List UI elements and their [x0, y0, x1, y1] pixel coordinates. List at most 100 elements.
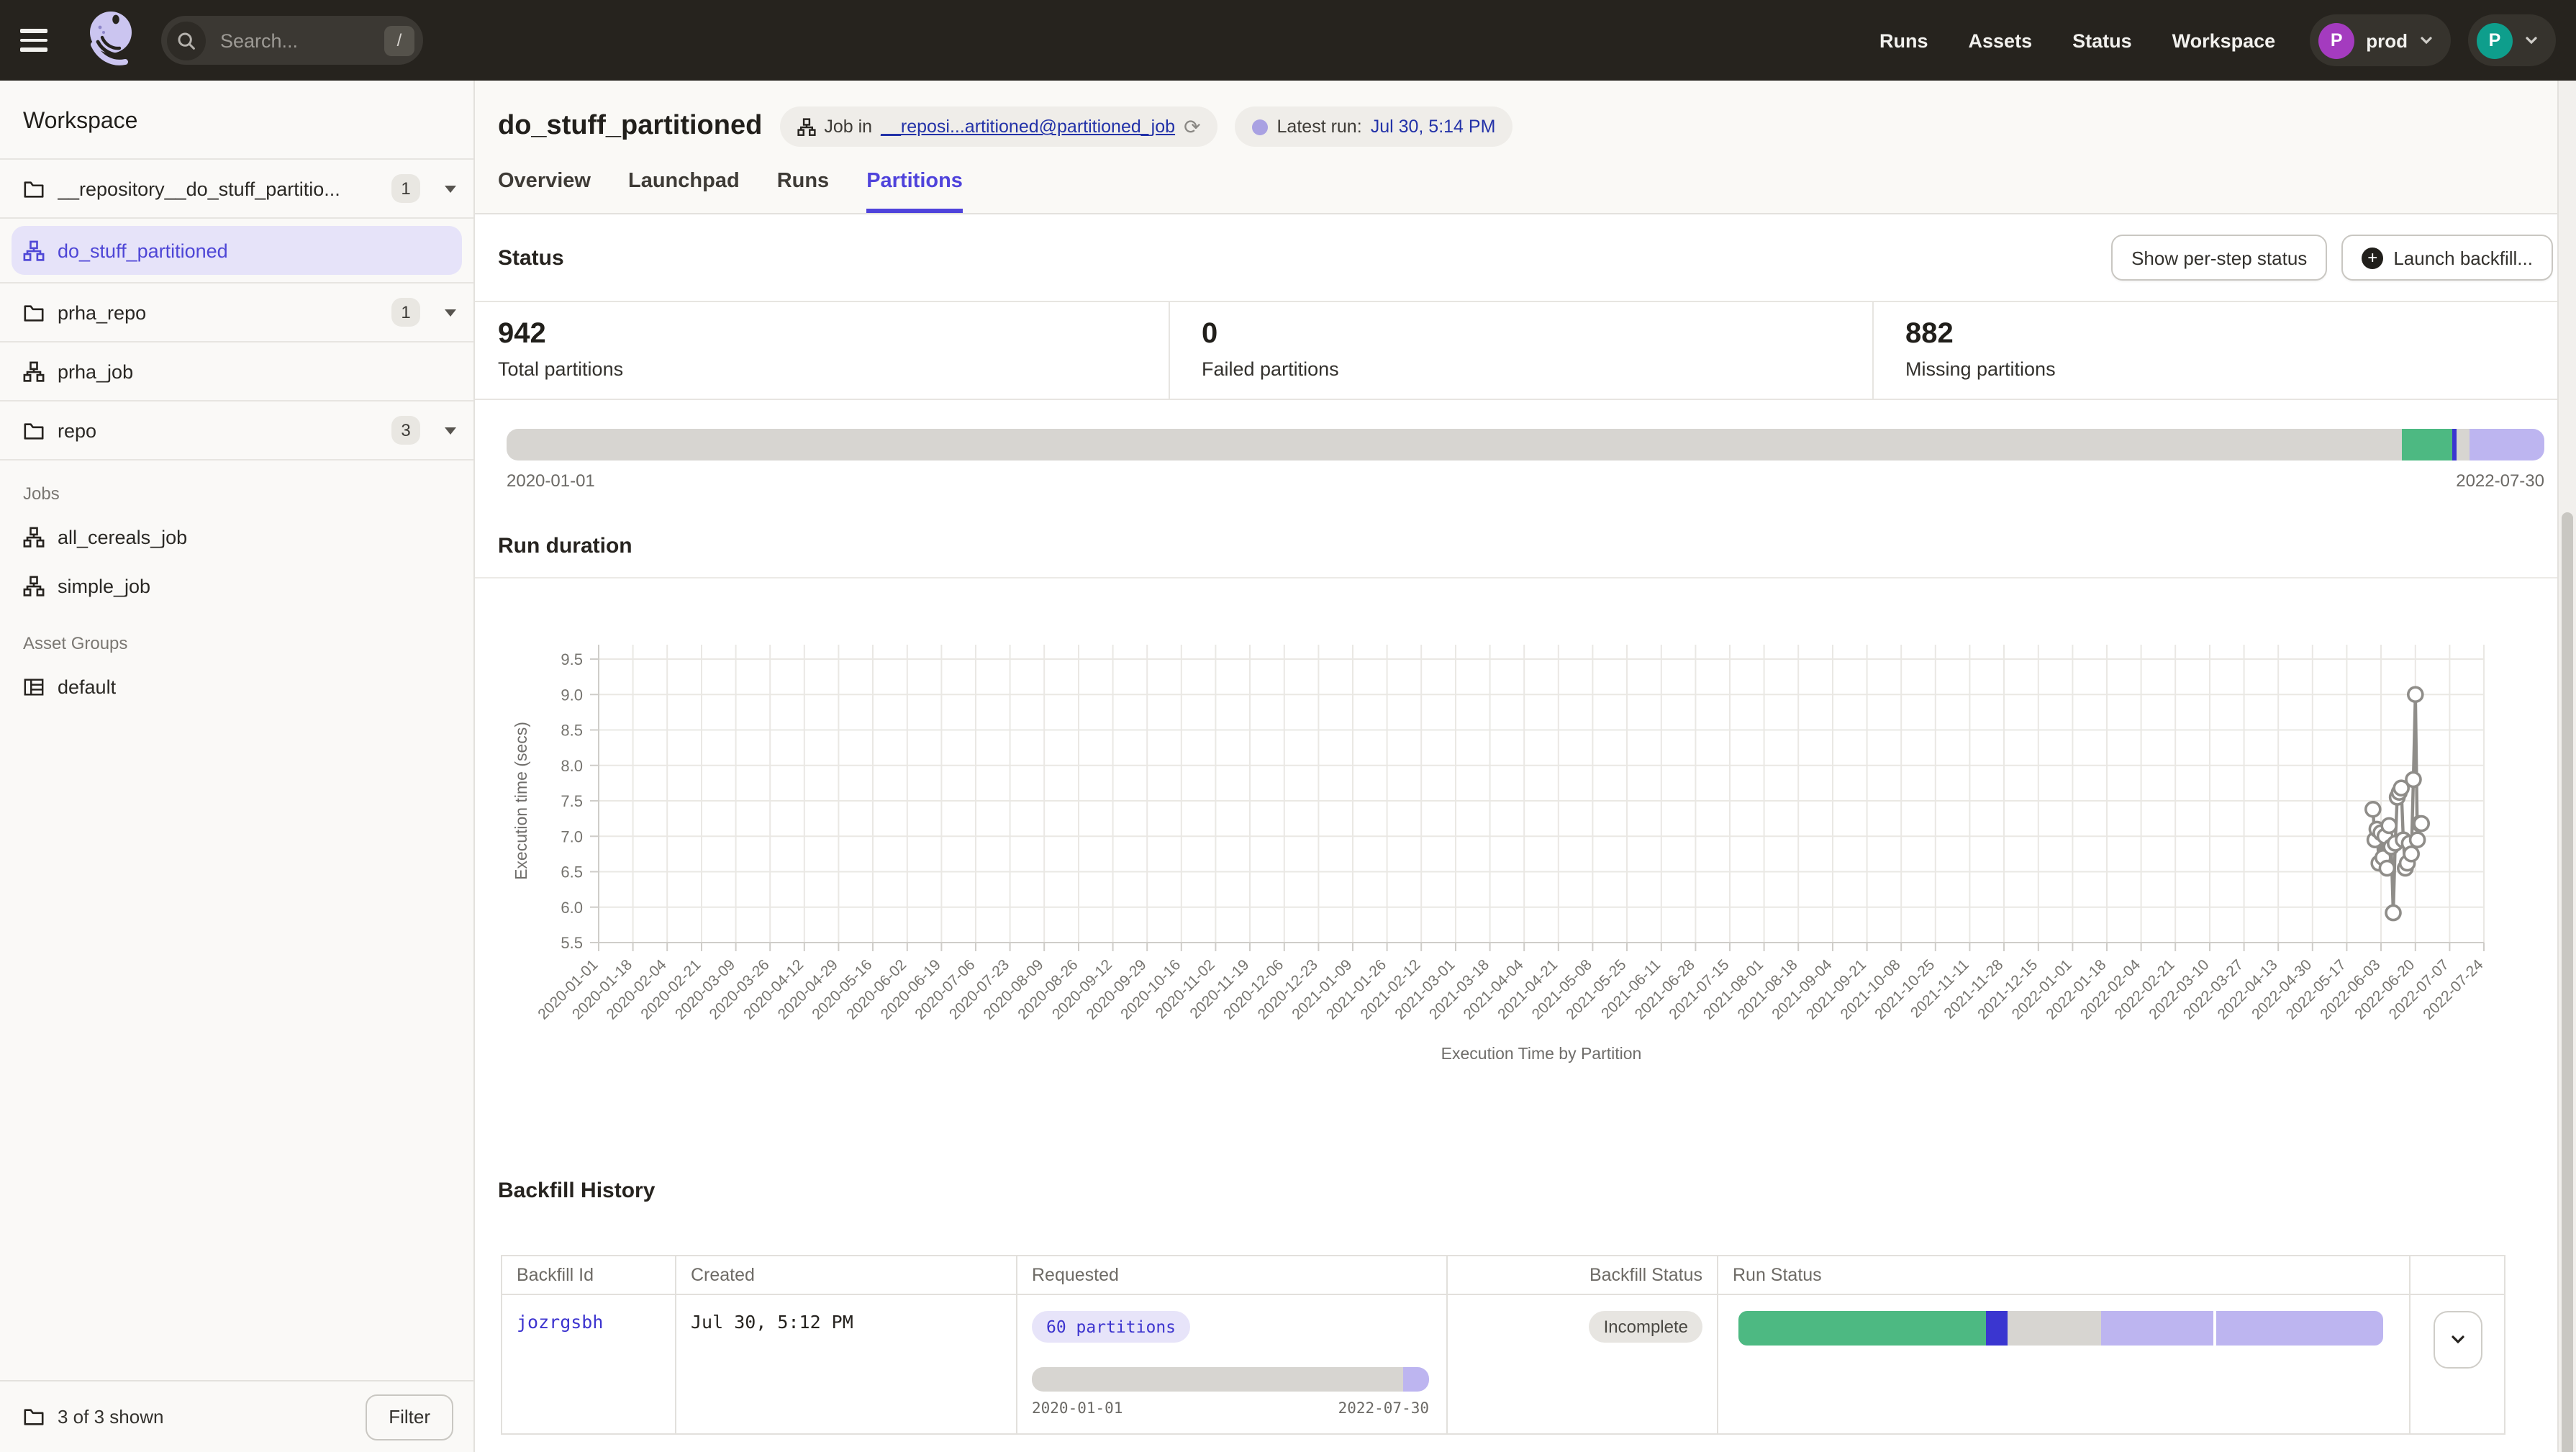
svg-text:7.5: 7.5	[561, 792, 583, 810]
backfill-status-badge: Incomplete	[1589, 1311, 1702, 1343]
svg-text:6.0: 6.0	[561, 899, 583, 917]
launch-backfill-button[interactable]: + Launch backfill...	[2341, 235, 2553, 281]
backfill-history-heading: Backfill History	[498, 1179, 2553, 1203]
sidebar-item-repo[interactable]: repo 3	[0, 401, 473, 459]
folder-icon	[23, 178, 45, 199]
job-icon	[797, 117, 815, 136]
job-repo-badge: Job in __reposi...artitioned@partitioned…	[779, 106, 1217, 147]
workspace-sidebar: Workspace __repository__do_stuff_partiti…	[0, 81, 475, 1452]
folder-icon	[23, 419, 45, 441]
asset-group-icon	[23, 676, 45, 697]
jobs-section-label: Jobs	[0, 460, 473, 512]
folder-icon	[23, 301, 45, 323]
backfill-history-table: Backfill Id Created Requested Backfill S…	[501, 1255, 2505, 1435]
col-backfill-status: Backfill Status	[1447, 1256, 1718, 1294]
requested-range-bar	[1032, 1367, 1429, 1392]
execution-time-chart[interactable]: 9.59.08.58.07.57.06.56.05.52020-01-01202…	[475, 590, 2556, 1068]
scrollbar-thumb[interactable]	[2562, 512, 2573, 1452]
svg-text:6.5: 6.5	[561, 863, 583, 881]
table-header-row: Backfill Id Created Requested Backfill S…	[502, 1256, 2505, 1294]
search-shortcut-key: /	[384, 25, 414, 55]
repo-count-badge: 1	[391, 298, 420, 327]
caret-down-icon[interactable]	[445, 309, 456, 316]
search-input[interactable]	[217, 28, 384, 53]
vertical-scrollbar[interactable]	[2557, 81, 2576, 1452]
chevron-down-icon	[2449, 1331, 2466, 1348]
nav-runs[interactable]: Runs	[1879, 30, 1928, 51]
partition-range-end: 2022-07-30	[2456, 471, 2544, 491]
stat-missing-partitions: 882 Missing partitions	[1872, 302, 2576, 399]
svg-text:8.5: 8.5	[561, 722, 583, 740]
partition-status-bar[interactable]	[507, 429, 2544, 460]
sidebar-item-all-cereals-job[interactable]: all_cereals_job	[0, 512, 473, 561]
top-nav-bar: / Runs Assets Status Workspace P prod P	[0, 0, 2576, 81]
backfill-id-link[interactable]: jozrgsbh	[517, 1311, 603, 1333]
partition-stats: 942 Total partitions 0 Failed partitions…	[475, 301, 2576, 400]
repos-shown-count: 3 of 3 shown	[58, 1406, 353, 1428]
status-section-header: Status Show per-step status + Launch bac…	[475, 214, 2576, 301]
nav-assets[interactable]: Assets	[1969, 30, 2033, 51]
job-icon	[23, 575, 45, 596]
col-expand	[2410, 1256, 2505, 1294]
col-requested: Requested	[1017, 1256, 1447, 1294]
dagster-logo-icon[interactable]	[81, 7, 141, 73]
requested-partitions-pill[interactable]: 60 partitions	[1032, 1311, 1190, 1343]
user-menu[interactable]: P	[2468, 14, 2556, 66]
top-nav-links: Runs Assets Status Workspace	[1879, 30, 2275, 51]
folder-icon	[23, 1406, 45, 1428]
tab-partitions[interactable]: Partitions	[866, 170, 963, 213]
run-status-bar[interactable]	[1738, 1311, 2383, 1346]
chevron-down-icon	[2419, 33, 2434, 47]
deployment-switcher[interactable]: P prod	[2310, 14, 2451, 66]
caret-down-icon[interactable]	[445, 185, 456, 192]
nav-workspace[interactable]: Workspace	[2172, 30, 2276, 51]
expand-row-button[interactable]	[2433, 1311, 2482, 1369]
search-icon	[167, 21, 206, 60]
sidebar-item-prha-job[interactable]: prha_job	[0, 342, 473, 400]
tab-runs[interactable]: Runs	[777, 170, 830, 213]
tab-launchpad[interactable]: Launchpad	[628, 170, 740, 213]
reload-icon[interactable]: ⟳	[1184, 117, 1200, 137]
sidebar-title: Workspace	[0, 81, 473, 158]
global-search[interactable]: /	[161, 16, 423, 65]
stat-failed-partitions: 0 Failed partitions	[1169, 302, 1872, 399]
job-icon	[23, 360, 45, 382]
user-avatar: P	[2477, 22, 2513, 58]
caret-down-icon[interactable]	[445, 427, 456, 434]
tab-overview[interactable]: Overview	[498, 170, 591, 213]
repo-address-link[interactable]: __reposi...artitioned@partitioned_job	[881, 117, 1175, 137]
run-status-dot	[1253, 119, 1269, 135]
job-in-label: Job in	[824, 117, 872, 137]
status-heading: Status	[498, 245, 564, 270]
sidebar-item-simple-job[interactable]: simple_job	[0, 561, 473, 610]
partition-status-bar-block: 2020-01-01 2022-07-30	[507, 429, 2544, 491]
col-backfill-id: Backfill Id	[502, 1256, 676, 1294]
dagster-app: / Runs Assets Status Workspace P prod P …	[0, 0, 2576, 1452]
latest-run-label: Latest run:	[1277, 117, 1362, 137]
run-duration-heading: Run duration	[498, 534, 2553, 558]
hamburger-menu-icon[interactable]	[20, 19, 63, 62]
filter-button[interactable]: Filter	[366, 1394, 453, 1440]
requested-range-end: 2022-07-30	[1338, 1400, 1429, 1417]
nav-status[interactable]: Status	[2072, 30, 2132, 51]
deployment-avatar: P	[2318, 22, 2354, 58]
svg-text:9.0: 9.0	[561, 686, 583, 704]
backfill-created: Jul 30, 5:12 PM	[691, 1311, 853, 1333]
plus-circle-icon: +	[2362, 247, 2383, 268]
run-duration-chart-block: 9.59.08.58.07.57.06.56.05.52020-01-01202…	[475, 590, 2576, 1072]
partition-range-start: 2020-01-01	[507, 471, 595, 491]
sidebar-item-repository-do-stuff[interactable]: __repository__do_stuff_partitio... 1	[0, 160, 473, 217]
show-per-step-status-button[interactable]: Show per-step status	[2111, 235, 2327, 281]
col-created: Created	[676, 1256, 1017, 1294]
svg-text:Execution time (secs): Execution time (secs)	[512, 722, 530, 880]
sidebar-item-asset-group-default[interactable]: default	[0, 662, 473, 711]
job-tabs: Overview Launchpad Runs Partitions	[475, 170, 2576, 213]
repo-count-badge: 1	[391, 174, 420, 203]
sidebar-item-prha-repo[interactable]: prha_repo 1	[0, 283, 473, 341]
svg-text:5.5: 5.5	[561, 934, 583, 952]
table-row: jozrgsbh Jul 30, 5:12 PM 60 partitions 2…	[502, 1294, 2505, 1434]
asset-groups-section-label: Asset Groups	[0, 610, 473, 662]
sidebar-item-do-stuff-partitioned[interactable]: do_stuff_partitioned	[12, 226, 462, 275]
col-run-status: Run Status	[1718, 1256, 2410, 1294]
latest-run-link[interactable]: Jul 30, 5:14 PM	[1371, 117, 1496, 137]
